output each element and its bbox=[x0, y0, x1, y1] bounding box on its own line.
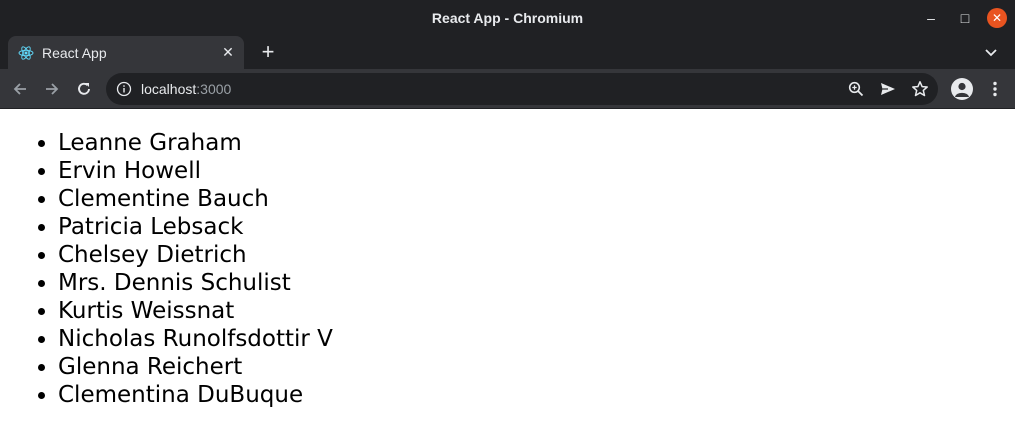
list-item: Patricia Lebsack bbox=[58, 213, 1015, 241]
close-window-button[interactable]: ✕ bbox=[987, 8, 1007, 28]
minimize-button[interactable]: – bbox=[919, 6, 943, 30]
send-icon[interactable] bbox=[878, 79, 898, 99]
page-content: Leanne Graham Ervin Howell Clementine Ba… bbox=[0, 109, 1015, 409]
omnibox-actions bbox=[846, 79, 930, 99]
react-logo-icon bbox=[18, 45, 34, 61]
chevron-down-icon[interactable] bbox=[983, 44, 999, 60]
list-item: Nicholas Runolfsdottir V bbox=[58, 325, 1015, 353]
zoom-icon[interactable] bbox=[846, 79, 866, 99]
maximize-button[interactable]: □ bbox=[953, 6, 977, 30]
back-icon[interactable] bbox=[8, 77, 32, 101]
window-title: React App - Chromium bbox=[431, 10, 584, 26]
tab-react-app[interactable]: React App ✕ bbox=[8, 36, 244, 69]
bookmark-star-icon[interactable] bbox=[910, 79, 930, 99]
browser-toolbar: localhost:3000 bbox=[0, 69, 1015, 109]
toolbar-actions bbox=[951, 77, 1007, 101]
tab-strip: React App ✕ + bbox=[0, 36, 1015, 69]
list-item: Clementina DuBuque bbox=[58, 381, 1015, 409]
reload-icon[interactable] bbox=[72, 77, 96, 101]
profile-avatar-icon[interactable] bbox=[951, 78, 973, 100]
forward-icon[interactable] bbox=[40, 77, 64, 101]
address-bar[interactable]: localhost:3000 bbox=[106, 73, 938, 105]
info-icon[interactable] bbox=[116, 81, 132, 97]
window-titlebar: React App - Chromium – □ ✕ bbox=[0, 0, 1015, 36]
list-item: Leanne Graham bbox=[58, 129, 1015, 157]
list-item: Ervin Howell bbox=[58, 157, 1015, 185]
list-item: Kurtis Weissnat bbox=[58, 297, 1015, 325]
url-port: :3000 bbox=[196, 81, 232, 97]
window-controls: – □ ✕ bbox=[919, 6, 1007, 30]
tab-title: React App bbox=[42, 44, 107, 61]
new-tab-button[interactable]: + bbox=[256, 41, 280, 65]
url-text: localhost:3000 bbox=[141, 81, 231, 97]
close-tab-icon[interactable]: ✕ bbox=[218, 43, 238, 63]
user-list: Leanne Graham Ervin Howell Clementine Ba… bbox=[0, 129, 1015, 409]
list-item: Chelsey Dietrich bbox=[58, 241, 1015, 269]
list-item: Mrs. Dennis Schulist bbox=[58, 269, 1015, 297]
list-item: Glenna Reichert bbox=[58, 353, 1015, 381]
url-host: localhost bbox=[141, 81, 197, 97]
more-menu-icon[interactable] bbox=[983, 77, 1007, 101]
list-item: Clementine Bauch bbox=[58, 185, 1015, 213]
